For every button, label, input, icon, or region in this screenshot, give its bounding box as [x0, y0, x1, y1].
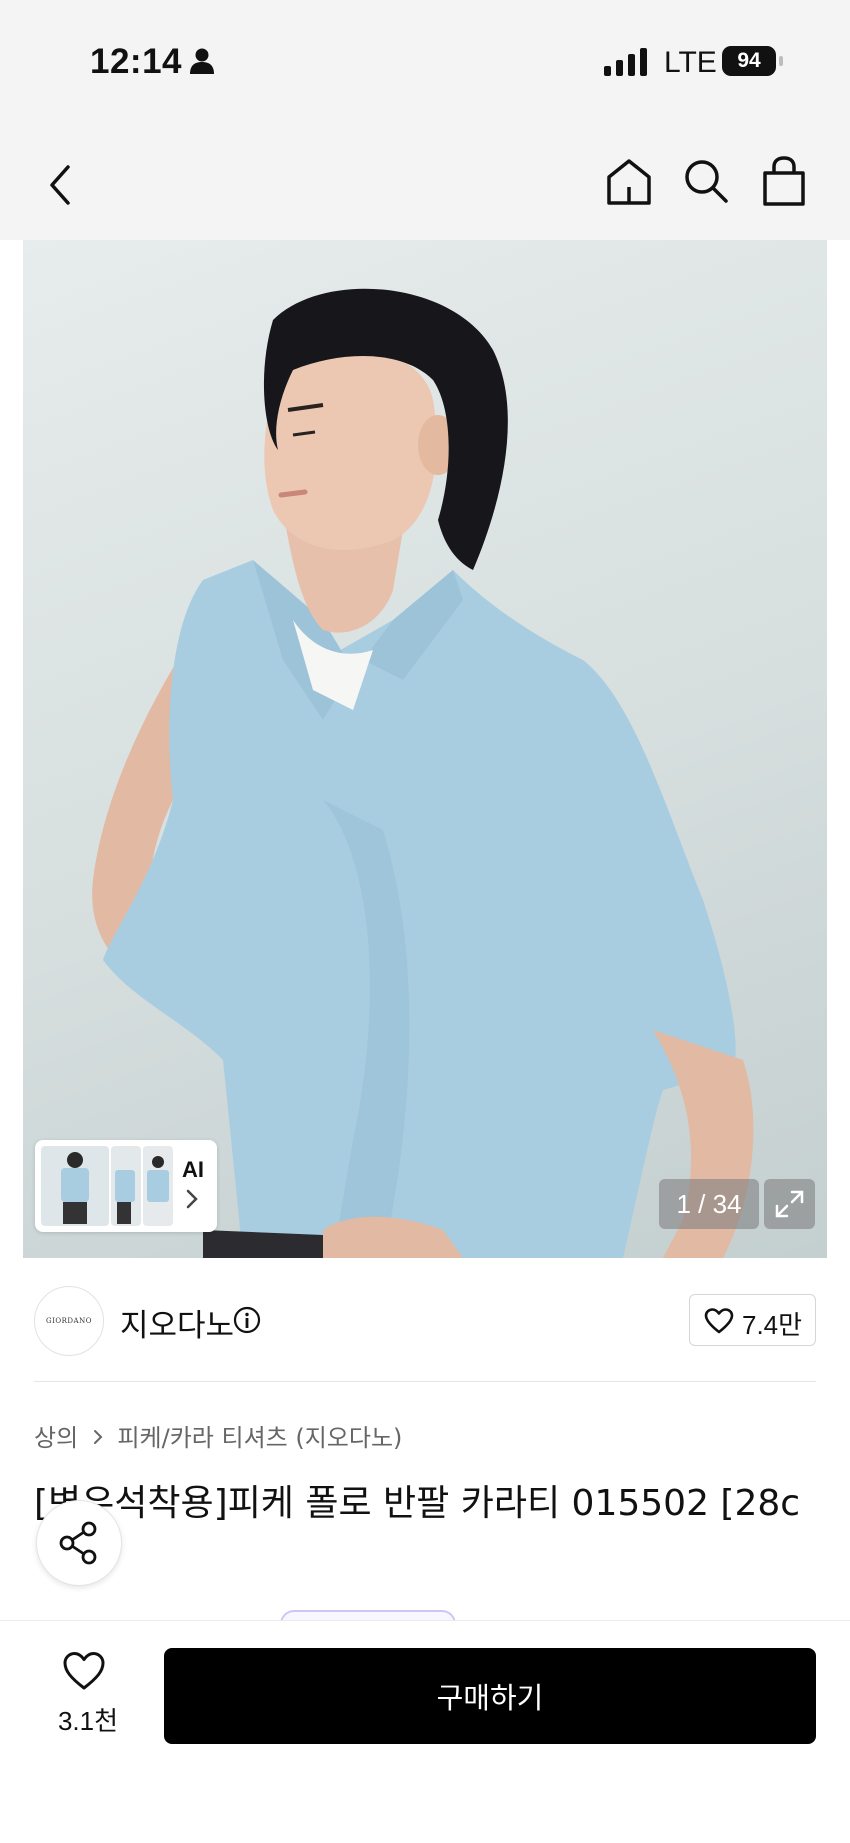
shopping-bag-icon[interactable] [762, 155, 806, 207]
chevron-right-icon [93, 1430, 103, 1444]
heart-icon [704, 1308, 734, 1334]
brand-name[interactable]: 지오다노 [120, 1300, 234, 1345]
search-icon[interactable] [683, 158, 729, 204]
info-icon[interactable] [233, 1306, 261, 1334]
share-button[interactable] [36, 1500, 122, 1586]
expand-icon [775, 1190, 804, 1218]
status-time: 12:14 [90, 42, 183, 81]
breadcrumb-category[interactable]: 상의 [34, 1424, 78, 1452]
brand-like-button[interactable]: 7.4만 [689, 1294, 816, 1346]
share-icon [59, 1521, 97, 1565]
expand-button[interactable] [764, 1179, 815, 1229]
network-type: LTE [664, 46, 717, 79]
ai-lookbook-thumbnail[interactable]: AI [35, 1140, 217, 1232]
thumbnail-model-side [111, 1146, 141, 1226]
status-bar: 12:14 LTE 94 [0, 0, 850, 125]
breadcrumb: 상의 피케/카라 티셔츠 (지오다노) [34, 1418, 402, 1453]
battery-level: 94 [722, 46, 776, 76]
wish-count: 3.1천 [57, 1706, 119, 1736]
signal-icon [604, 48, 647, 76]
home-icon[interactable] [605, 157, 653, 207]
image-counter: 1 / 34 [659, 1179, 759, 1229]
heart-icon[interactable] [62, 1651, 106, 1691]
thumbnail-model-front [41, 1146, 109, 1226]
thumbnail-model-back [143, 1146, 173, 1226]
person-icon [190, 48, 214, 74]
brand-logo[interactable]: GIORDANO [34, 1286, 104, 1356]
top-nav [0, 125, 850, 240]
chevron-right-icon [186, 1189, 198, 1209]
buy-button[interactable]: 구매하기 [164, 1648, 816, 1744]
product-title: [변우석착용]피케 폴로 반팔 카라티 015502 [28c [34, 1483, 801, 1524]
product-image[interactable]: AI 1 / 34 [23, 240, 827, 1258]
back-icon[interactable] [46, 163, 74, 207]
ai-label: AI [182, 1157, 204, 1182]
divider [34, 1381, 816, 1382]
bottom-action-bar: 3.1천 구매하기 [0, 1620, 850, 1843]
model-photo [92, 288, 754, 1258]
breadcrumb-subcategory[interactable]: 피케/카라 티셔츠 (지오다노) [117, 1424, 402, 1452]
brand-like-count: 7.4만 [742, 1310, 803, 1340]
battery-tip [779, 56, 783, 66]
